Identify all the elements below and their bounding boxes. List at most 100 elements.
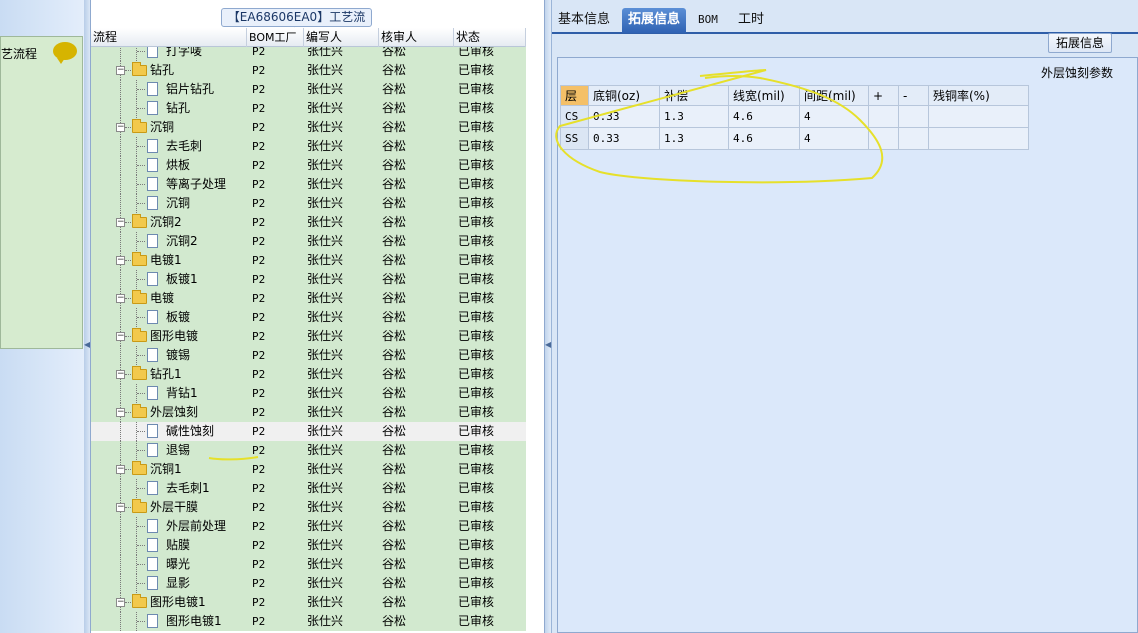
tree-group-row[interactable]: − 沉铜1 P2 张仕兴 谷松 已审核 <box>91 460 526 479</box>
tree-step-row[interactable]: 烘板 P2 张仕兴 谷松 已审核 <box>91 156 526 175</box>
tree-group-row[interactable]: − 沉铜2 P2 张仕兴 谷松 已审核 <box>91 213 526 232</box>
header-process[interactable]: 流程 <box>91 28 247 47</box>
tree-step-row[interactable]: 铝片钻孔 P2 张仕兴 谷松 已审核 <box>91 80 526 99</box>
tree-step-row[interactable]: 沉铜 P2 张仕兴 谷松 已审核 <box>91 194 526 213</box>
cell-minus[interactable] <box>898 105 929 128</box>
tree-node-label[interactable]: 去毛刺 <box>166 137 202 156</box>
tree-node-label[interactable]: 钻孔1 <box>150 365 182 384</box>
tree-node-label[interactable]: 电镀1 <box>150 251 182 270</box>
tree-node-label[interactable]: 背钻1 <box>166 384 198 403</box>
collapse-toggle-icon[interactable]: − <box>116 332 125 341</box>
right-splitter[interactable]: ◀ <box>545 0 552 633</box>
cell-line-width[interactable]: 4.6 <box>728 127 800 150</box>
col-plus[interactable]: + <box>868 85 899 106</box>
tab-bom[interactable]: BOM <box>692 8 724 33</box>
collapse-toggle-icon[interactable]: − <box>116 123 125 132</box>
tree-node-label[interactable]: 显影 <box>166 574 190 593</box>
tree-node-label[interactable]: 图形电镀 <box>150 327 198 346</box>
tree-step-row[interactable]: 去毛刺1 P2 张仕兴 谷松 已审核 <box>91 479 526 498</box>
cell-base-copper[interactable]: 0.33 <box>588 105 660 128</box>
collapse-toggle-icon[interactable]: − <box>116 465 125 474</box>
col-layer[interactable]: 层 <box>560 85 589 106</box>
tab-work-hours[interactable]: 工时 <box>732 8 770 33</box>
tree-node-label[interactable]: 沉铜 <box>150 118 174 137</box>
tree-node-label[interactable]: 沉铜2 <box>166 232 198 251</box>
tree-node-label[interactable]: 曝光 <box>166 555 190 574</box>
tree-node-label[interactable]: 沉铜2 <box>150 213 182 232</box>
col-line-width[interactable]: 线宽(mil) <box>728 85 800 106</box>
tree-step-row[interactable]: 去毛刺 P2 张仕兴 谷松 已审核 <box>91 137 526 156</box>
tree-node-label[interactable]: 退锡 <box>166 441 190 460</box>
tree-node-label[interactable]: 打字唛 <box>166 47 202 61</box>
tree-step-row[interactable]: 背钻1 P2 张仕兴 谷松 已审核 <box>91 384 526 403</box>
tab-extended-info[interactable]: 拓展信息 <box>622 8 687 33</box>
col-residual-copper[interactable]: 残铜率(%) <box>928 85 1029 106</box>
header-status[interactable]: 状态 <box>454 28 526 47</box>
tree-node-label[interactable]: 等离子处理 <box>166 175 226 194</box>
tree-node-label[interactable]: 板镀1 <box>166 270 198 289</box>
cell-minus[interactable] <box>898 127 929 150</box>
tree-step-row[interactable]: 退锡 P2 张仕兴 谷松 已审核 <box>91 441 526 460</box>
tree-step-row[interactable]: 贴膜 P2 张仕兴 谷松 已审核 <box>91 536 526 555</box>
collapse-toggle-icon[interactable]: − <box>116 66 125 75</box>
cell-spacing[interactable]: 4 <box>799 105 869 128</box>
cell-base-copper[interactable]: 0.33 <box>588 127 660 150</box>
params-row[interactable]: CS 0.33 1.3 4.6 4 <box>560 105 1029 128</box>
collapse-right-icon[interactable]: ◀ <box>545 340 551 349</box>
tree-group-row[interactable]: − 电镀 P2 张仕兴 谷松 已审核 <box>91 289 526 308</box>
cell-plus[interactable] <box>868 105 899 128</box>
tree-step-row[interactable]: 外层前处理 P2 张仕兴 谷松 已审核 <box>91 517 526 536</box>
tree-node-label[interactable]: 外层前处理 <box>166 517 226 536</box>
col-spacing[interactable]: 间距(mil) <box>799 85 869 106</box>
col-minus[interactable]: - <box>898 85 929 106</box>
tree-group-row[interactable]: − 外层蚀刻 P2 张仕兴 谷松 已审核 <box>91 403 526 422</box>
tree-node-label[interactable]: 镀锡 <box>166 346 190 365</box>
tree-step-row[interactable]: 图形电镀1 P2 张仕兴 谷松 已审核 <box>91 612 526 631</box>
col-compensation[interactable]: 补偿 <box>659 85 729 106</box>
header-writer[interactable]: 编写人 <box>304 28 379 47</box>
tree-step-row[interactable]: 板镀 P2 张仕兴 谷松 已审核 <box>91 308 526 327</box>
nav-panel-process[interactable]: 艺流程 <box>0 36 83 349</box>
tree-node-label[interactable]: 烘板 <box>166 156 190 175</box>
tree-step-row[interactable]: 沉铜2 P2 张仕兴 谷松 已审核 <box>91 232 526 251</box>
tree-group-row[interactable]: − 外层干膜 P2 张仕兴 谷松 已审核 <box>91 498 526 517</box>
tree-step-row[interactable]: 镀锡 P2 张仕兴 谷松 已审核 <box>91 346 526 365</box>
tree-node-label[interactable]: 图形电镀1 <box>150 593 206 612</box>
cell-layer[interactable]: SS <box>560 127 589 150</box>
tree-node-label[interactable]: 外层干膜 <box>150 498 198 517</box>
cell-compensation[interactable]: 1.3 <box>659 105 729 128</box>
tree-group-row[interactable]: − 图形电镀 P2 张仕兴 谷松 已审核 <box>91 327 526 346</box>
tree-node-label[interactable]: 铝片钻孔 <box>166 80 214 99</box>
extended-info-button[interactable]: 拓展信息 <box>1048 33 1112 53</box>
cell-compensation[interactable]: 1.3 <box>659 127 729 150</box>
tree-node-label[interactable]: 钻孔 <box>150 61 174 80</box>
tree-node-label[interactable]: 贴膜 <box>166 536 190 555</box>
tree-step-row[interactable]: 显影 P2 张仕兴 谷松 已审核 <box>91 574 526 593</box>
tree-group-row[interactable]: − 沉铜 P2 张仕兴 谷松 已审核 <box>91 118 526 137</box>
collapse-toggle-icon[interactable]: − <box>116 370 125 379</box>
tree-step-row[interactable]: 等离子处理 P2 张仕兴 谷松 已审核 <box>91 175 526 194</box>
tree-step-row[interactable]: 打字唛 P2 张仕兴 谷松 已审核 <box>91 47 526 61</box>
tree-node-label[interactable]: 钻孔 <box>166 99 190 118</box>
col-base-copper[interactable]: 底铜(oz) <box>588 85 660 106</box>
tree-step-row[interactable]: 碱性蚀刻 P2 张仕兴 谷松 已审核 <box>91 422 526 441</box>
tree-step-row[interactable]: 钻孔 P2 张仕兴 谷松 已审核 <box>91 99 526 118</box>
tree-step-row[interactable]: 板镀1 P2 张仕兴 谷松 已审核 <box>91 270 526 289</box>
tree-node-label[interactable]: 板镀 <box>166 308 190 327</box>
tree-step-row[interactable]: 曝光 P2 张仕兴 谷松 已审核 <box>91 555 526 574</box>
tree-node-label[interactable]: 去毛刺1 <box>166 479 210 498</box>
cell-spacing[interactable]: 4 <box>799 127 869 150</box>
collapse-toggle-icon[interactable]: − <box>116 256 125 265</box>
tree-group-row[interactable]: − 钻孔 P2 张仕兴 谷松 已审核 <box>91 61 526 80</box>
cell-residual-copper[interactable] <box>928 105 1029 128</box>
header-bom-factory[interactable]: BOM工厂 <box>247 28 304 47</box>
cell-residual-copper[interactable] <box>928 127 1029 150</box>
tree-node-label[interactable]: 沉铜1 <box>150 460 182 479</box>
collapse-toggle-icon[interactable]: − <box>116 503 125 512</box>
collapse-toggle-icon[interactable]: − <box>116 408 125 417</box>
params-row[interactable]: SS 0.33 1.3 4.6 4 <box>560 127 1029 150</box>
collapse-toggle-icon[interactable]: − <box>116 218 125 227</box>
tree-node-label[interactable]: 电镀 <box>150 289 174 308</box>
cell-plus[interactable] <box>868 127 899 150</box>
collapse-toggle-icon[interactable]: − <box>116 598 125 607</box>
